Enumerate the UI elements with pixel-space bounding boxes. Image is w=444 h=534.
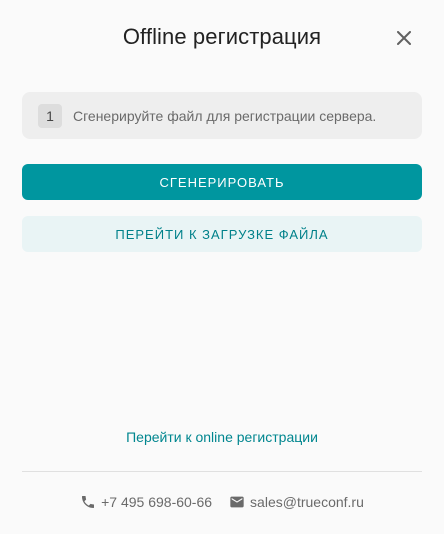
contacts-footer: +7 495 698-60-66 sales@trueconf.ru <box>0 492 444 512</box>
online-registration-link[interactable]: Перейти к online регистрации <box>0 429 444 445</box>
registration-dialog: Offline регистрация 1 Сгенерируйте файл … <box>0 0 444 534</box>
step-text: Сгенерируйте файл для регистрации сервер… <box>73 107 377 124</box>
email-icon <box>230 496 244 508</box>
close-button[interactable] <box>392 26 416 50</box>
step-number: 1 <box>38 103 62 128</box>
go-to-upload-button[interactable]: ПЕРЕЙТИ К ЗАГРУЗКЕ ФАЙЛА <box>22 216 422 252</box>
step-card: 1 Сгенерируйте файл для регистрации серв… <box>22 92 422 139</box>
email-contact[interactable]: sales@trueconf.ru <box>229 494 364 510</box>
email-address: sales@trueconf.ru <box>250 494 364 510</box>
generate-button[interactable]: СГЕНЕРИРОВАТЬ <box>22 164 422 200</box>
dialog-title: Offline регистрация <box>122 24 322 49</box>
divider <box>22 471 422 472</box>
phone-contact[interactable]: +7 495 698-60-66 <box>80 494 212 510</box>
phone-icon <box>82 496 95 508</box>
phone-number: +7 495 698-60-66 <box>101 494 213 510</box>
close-icon <box>397 31 411 45</box>
